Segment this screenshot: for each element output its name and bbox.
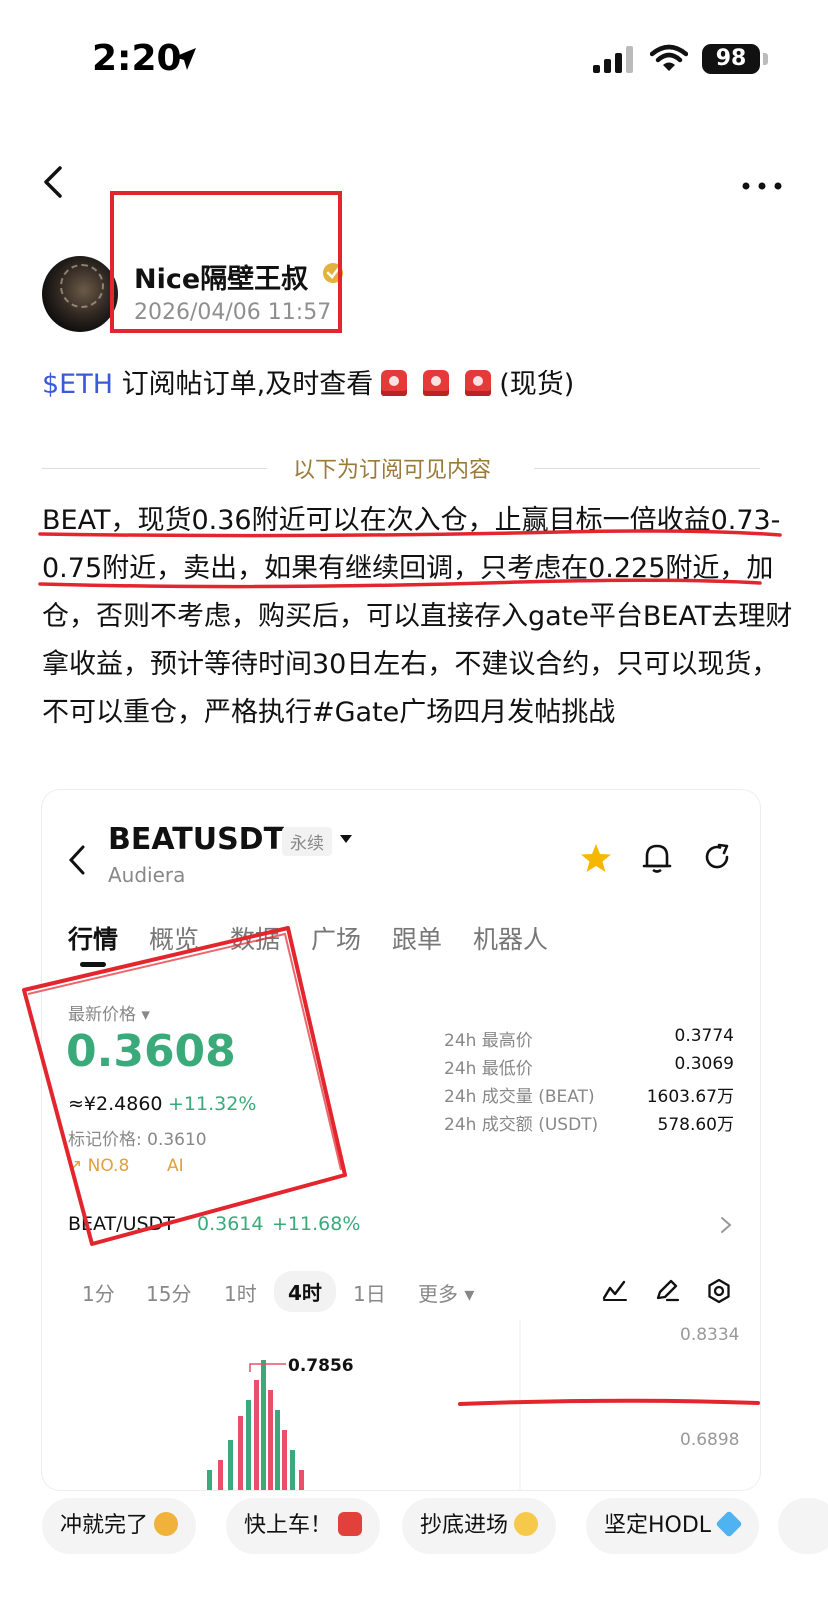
draw-pen-icon[interactable] <box>654 1278 680 1302</box>
contract-type-badge: 永续 <box>282 827 332 856</box>
post-title-text: 订阅帖订单,及时查看 <box>113 369 374 400</box>
peak-marker-line <box>249 1363 286 1372</box>
candle <box>238 1416 243 1490</box>
interval-1d[interactable]: 1日 <box>353 1278 386 1307</box>
price-change: +11.32% <box>168 1093 257 1115</box>
peak-price-label: 0.7856 <box>288 1356 354 1376</box>
spot-pair-change: +11.68% <box>272 1213 361 1235</box>
quick-reply-chip[interactable]: 抄底进场 <box>402 1498 557 1554</box>
candle <box>246 1400 251 1490</box>
red-underline-marks <box>38 529 782 589</box>
card-back-icon[interactable] <box>68 845 86 875</box>
quick-reply-chip[interactable]: 坚定HODL <box>586 1498 760 1554</box>
car-emoji-icon <box>338 1512 363 1536</box>
symbol-dropdown-icon[interactable] <box>339 834 353 844</box>
stat-label: 24h 最高价 <box>444 1031 533 1051</box>
back-chevron-icon[interactable] <box>40 165 66 199</box>
stat-value: 0.3774 <box>674 1026 734 1046</box>
sunglasses-face-emoji-icon <box>514 1512 539 1536</box>
divider-left <box>42 468 267 469</box>
alarm-emoji-icon <box>423 370 450 396</box>
market-symbol[interactable]: BEATUSDT <box>108 822 284 857</box>
candle <box>282 1430 287 1490</box>
more-options-icon[interactable] <box>742 182 782 190</box>
rank-badge[interactable]: ↗ NO.8 <box>68 1156 129 1176</box>
stat-value: 1603.67万 <box>646 1087 734 1107</box>
favorite-star-icon[interactable] <box>580 842 612 874</box>
chip-label: 抄底进场 <box>420 1513 509 1538</box>
candle <box>290 1450 295 1490</box>
stat-label: 24h 成交额 (USDT) <box>444 1115 599 1135</box>
candle <box>218 1460 223 1490</box>
candle <box>261 1360 266 1490</box>
author-avatar[interactable] <box>42 256 118 332</box>
candle <box>254 1380 259 1490</box>
alarm-emoji-icon <box>381 370 408 396</box>
post-title: $ETH 订阅帖订单,及时查看 (现货) <box>42 362 574 401</box>
alarm-emoji-icon <box>465 370 492 396</box>
chip-label: 冲就完了 <box>60 1513 149 1538</box>
status-time: 2:20 <box>92 38 182 79</box>
candlestick-chart[interactable]: 0.7856 <box>42 1320 760 1490</box>
candle <box>207 1470 212 1490</box>
y-axis-label-top: 0.8334 <box>680 1325 740 1345</box>
chip-label: 坚定HODL <box>604 1513 712 1538</box>
quick-reply-chip-overflow[interactable] <box>778 1498 828 1554</box>
interval-1h[interactable]: 1时 <box>224 1278 257 1307</box>
chip-label: 快上车！ <box>244 1513 333 1538</box>
quick-reply-chip[interactable]: 快上车！ <box>226 1498 381 1554</box>
ticker-link[interactable]: $ETH <box>42 369 113 400</box>
post-title-suffix: (现货) <box>499 369 575 400</box>
location-arrow-icon <box>174 48 196 70</box>
battery-indicator: 98 <box>702 44 760 74</box>
candle <box>228 1440 233 1490</box>
latest-price-label: 最新价格 ▾ <box>68 1005 150 1025</box>
spot-pair-price: 0.3614 <box>197 1213 264 1235</box>
active-tab-indicator <box>80 962 106 967</box>
stat-value: 0.3069 <box>674 1054 734 1074</box>
tab-copy-trade[interactable]: 跟单 <box>392 920 442 956</box>
settings-gear-icon[interactable] <box>706 1278 732 1304</box>
battery-cap <box>763 53 768 65</box>
interval-15m[interactable]: 15分 <box>146 1278 191 1307</box>
latest-price: 0.3608 <box>66 1026 236 1077</box>
market-subtitle: Audiera <box>108 863 186 887</box>
share-icon[interactable] <box>702 842 732 872</box>
wifi-icon <box>650 44 688 71</box>
y-axis-label-mid: 0.6898 <box>680 1430 740 1450</box>
candle <box>299 1470 304 1490</box>
interval-more[interactable]: 更多 ▾ <box>418 1278 474 1307</box>
stat-value: 578.60万 <box>657 1115 734 1135</box>
interval-1m[interactable]: 1分 <box>82 1278 115 1307</box>
embedded-market-screenshot: BEATUSDT 永续 Audiera 行情 概览 数据 广场 跟单 机器人 最… <box>42 790 760 1490</box>
tab-market[interactable]: 行情 <box>68 920 118 956</box>
price-cny: ≈¥2.4860 <box>68 1093 163 1115</box>
gem-emoji-icon <box>715 1510 743 1538</box>
spot-pair-label[interactable]: BEAT/USDT <box>68 1213 175 1235</box>
subscriber-divider-label: 以下为订阅可见内容 <box>293 458 492 483</box>
interval-4h[interactable]: 4时 <box>274 1271 336 1312</box>
candle <box>275 1410 280 1490</box>
tab-square[interactable]: 广场 <box>311 920 361 956</box>
stat-label: 24h 成交量 (BEAT) <box>444 1087 595 1107</box>
divider-right <box>534 468 760 469</box>
status-bar: 2:20 98 <box>0 0 828 120</box>
cellular-signal-icon <box>593 46 633 73</box>
alert-bell-icon[interactable] <box>642 842 672 874</box>
indicator-icon[interactable] <box>602 1278 628 1302</box>
quick-reply-chip[interactable]: 冲就完了 <box>42 1498 197 1554</box>
tab-overview[interactable]: 概览 <box>149 920 199 956</box>
candle <box>268 1390 273 1490</box>
tab-data[interactable]: 数据 <box>230 920 280 956</box>
tab-bots[interactable]: 机器人 <box>473 920 548 956</box>
stat-label: 24h 最低价 <box>444 1059 533 1079</box>
fist-emoji-icon <box>154 1512 179 1536</box>
ai-badge[interactable]: AI <box>167 1156 184 1176</box>
quick-reply-bar: 冲就完了 快上车！ 抄底进场 坚定HODL <box>0 1498 828 1558</box>
mark-price: 标记价格: 0.3610 <box>68 1130 207 1150</box>
chevron-right-icon[interactable] <box>720 1216 732 1234</box>
highlight-box <box>110 191 342 333</box>
